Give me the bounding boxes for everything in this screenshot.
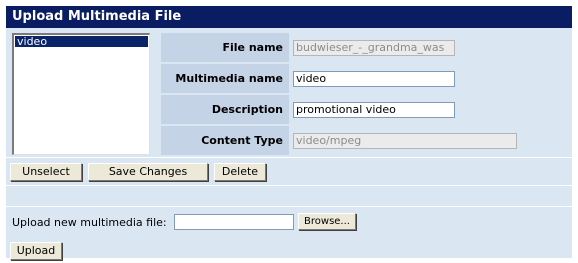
content-type-row: Content Type video/mpeg xyxy=(161,126,517,157)
multimedia-name-field[interactable]: video xyxy=(293,70,455,87)
content-type-field: video/mpeg xyxy=(293,132,517,149)
upload-label: Upload new multimedia file: xyxy=(12,216,167,229)
description-row: Description promotional video xyxy=(161,95,517,126)
unselect-button[interactable]: Unselect xyxy=(10,163,82,181)
delete-button[interactable]: Delete xyxy=(214,163,266,181)
divider xyxy=(6,157,572,158)
content-type-label: Content Type xyxy=(161,126,289,157)
description-field[interactable]: promotional video xyxy=(293,101,455,118)
file-name-label: File name xyxy=(161,33,289,64)
upload-panel: video File name budwieser_-_grandma_was … xyxy=(6,28,572,260)
divider xyxy=(6,185,572,186)
browse-button[interactable]: Browse... xyxy=(298,213,356,230)
file-path-input[interactable] xyxy=(174,214,294,230)
description-label: Description xyxy=(161,95,289,126)
save-changes-button[interactable]: Save Changes xyxy=(88,163,208,181)
file-name-field: budwieser_-_grandma_was xyxy=(293,39,455,56)
list-item[interactable]: video xyxy=(15,36,148,47)
page-title: Upload Multimedia File xyxy=(6,6,572,28)
multimedia-name-row: Multimedia name video xyxy=(161,64,517,95)
properties-table: File name budwieser_-_grandma_was Multim… xyxy=(161,33,517,157)
upload-button[interactable]: Upload xyxy=(10,242,62,260)
multimedia-listbox[interactable]: video xyxy=(12,33,150,155)
file-name-row: File name budwieser_-_grandma_was xyxy=(161,33,517,64)
divider xyxy=(6,206,572,207)
multimedia-name-label: Multimedia name xyxy=(161,64,289,95)
